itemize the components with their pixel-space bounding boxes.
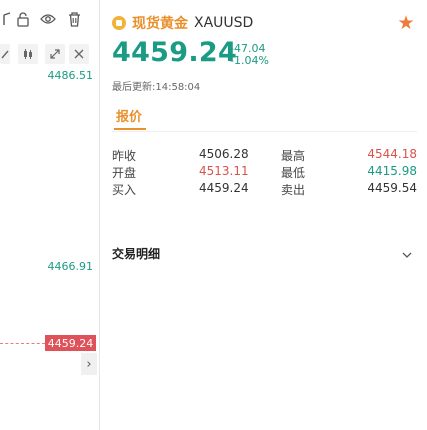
stat-value: 4506.28 <box>199 147 249 161</box>
eye-icon[interactable] <box>40 10 56 28</box>
tab-active-indicator <box>114 128 146 130</box>
stat-row: 开盘 4513.11 最低 4415.98 <box>112 164 417 181</box>
stat-label: 开盘 <box>112 166 137 180</box>
gold-coin-icon <box>112 16 126 30</box>
last-price: 4459.24 <box>112 37 238 68</box>
stat-label: 最低 <box>281 166 306 180</box>
quote-stats: 昨收 4506.28 最高 4544.18 开盘 4513.11 最低 4415… <box>112 147 417 198</box>
tab-quote[interactable]: 报价 <box>116 106 142 125</box>
chart-toolbar-secondary <box>0 44 99 66</box>
trade-details-header[interactable]: 交易明细 <box>112 245 160 262</box>
fullscreen-icon[interactable] <box>45 44 65 64</box>
quote-panel: 现货黄金 XAUUSD ★ 4459.24 -47.04 -1.04% 最后更新… <box>100 0 427 430</box>
chevron-down-icon[interactable] <box>401 246 413 258</box>
last-update: 最后更新:14:58:04 <box>112 82 201 93</box>
change-percent: -1.04% <box>230 54 269 67</box>
stat-value: 4459.54 <box>367 181 417 195</box>
stat-value: 4513.11 <box>199 164 249 178</box>
drawing-tool-icon[interactable] <box>0 10 16 28</box>
close-icon[interactable] <box>69 44 89 64</box>
stat-label: 买入 <box>112 183 137 197</box>
price-axis-tick: 4466.91 <box>47 260 94 273</box>
instrument-name: 现货黄金 <box>132 16 188 32</box>
tab-divider <box>112 131 417 132</box>
expand-panel-button[interactable]: › <box>81 353 97 375</box>
stat-label: 卖出 <box>281 183 306 197</box>
chart-toolbar <box>0 10 99 32</box>
stat-value: 4459.24 <box>199 181 249 195</box>
trash-icon[interactable] <box>66 10 82 28</box>
stat-label: 昨收 <box>112 149 137 163</box>
star-icon[interactable]: ★ <box>396 13 416 33</box>
price-change: -47.04 -1.04% <box>230 43 269 67</box>
stat-value: 4544.18 <box>367 147 417 161</box>
stat-row: 买入 4459.24 卖出 4459.54 <box>112 181 417 198</box>
lock-icon[interactable] <box>15 10 31 28</box>
stat-row: 昨收 4506.28 最高 4544.18 <box>112 147 417 164</box>
price-axis-tick: 4486.51 <box>47 69 94 82</box>
candle-type-icon[interactable] <box>18 44 38 64</box>
instrument-header: 现货黄金 XAUUSD <box>112 13 253 33</box>
stat-label: 最高 <box>281 149 306 163</box>
chart-pane: 4486.51 4466.91 4459.24 › <box>0 0 100 430</box>
stat-value: 4415.98 <box>367 164 417 178</box>
instrument-symbol: XAUUSD <box>194 15 254 31</box>
current-price-tag: 4459.24 <box>45 335 96 351</box>
pencil-icon[interactable] <box>0 44 10 64</box>
current-price-line <box>0 343 45 344</box>
